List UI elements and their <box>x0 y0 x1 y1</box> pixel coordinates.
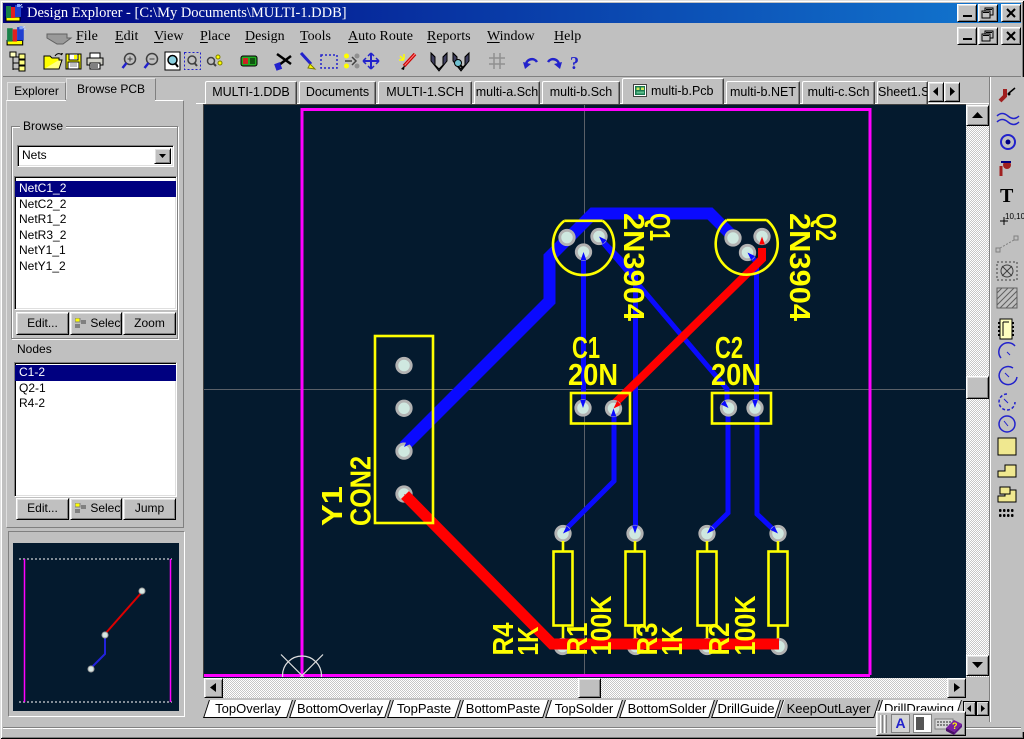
svg-text:2N3904: 2N3904 <box>783 213 815 321</box>
svg-text:2N3904: 2N3904 <box>617 213 649 321</box>
svg-text:?: ? <box>570 53 579 73</box>
svg-text:T: T <box>1000 185 1014 207</box>
svg-text:100K: 100K <box>586 595 618 655</box>
svg-text:CON2: CON2 <box>346 456 378 526</box>
svg-text:Y1: Y1 <box>317 486 349 526</box>
svg-text:20N: 20N <box>711 357 761 392</box>
svg-text:1K: 1K <box>513 626 545 655</box>
svg-text:20N: 20N <box>568 357 618 392</box>
svg-text:10,10: 10,10 <box>1005 212 1024 221</box>
svg-text:1K: 1K <box>657 626 689 655</box>
svg-text:100K: 100K <box>730 595 762 655</box>
svg-text:?: ? <box>952 721 958 731</box>
